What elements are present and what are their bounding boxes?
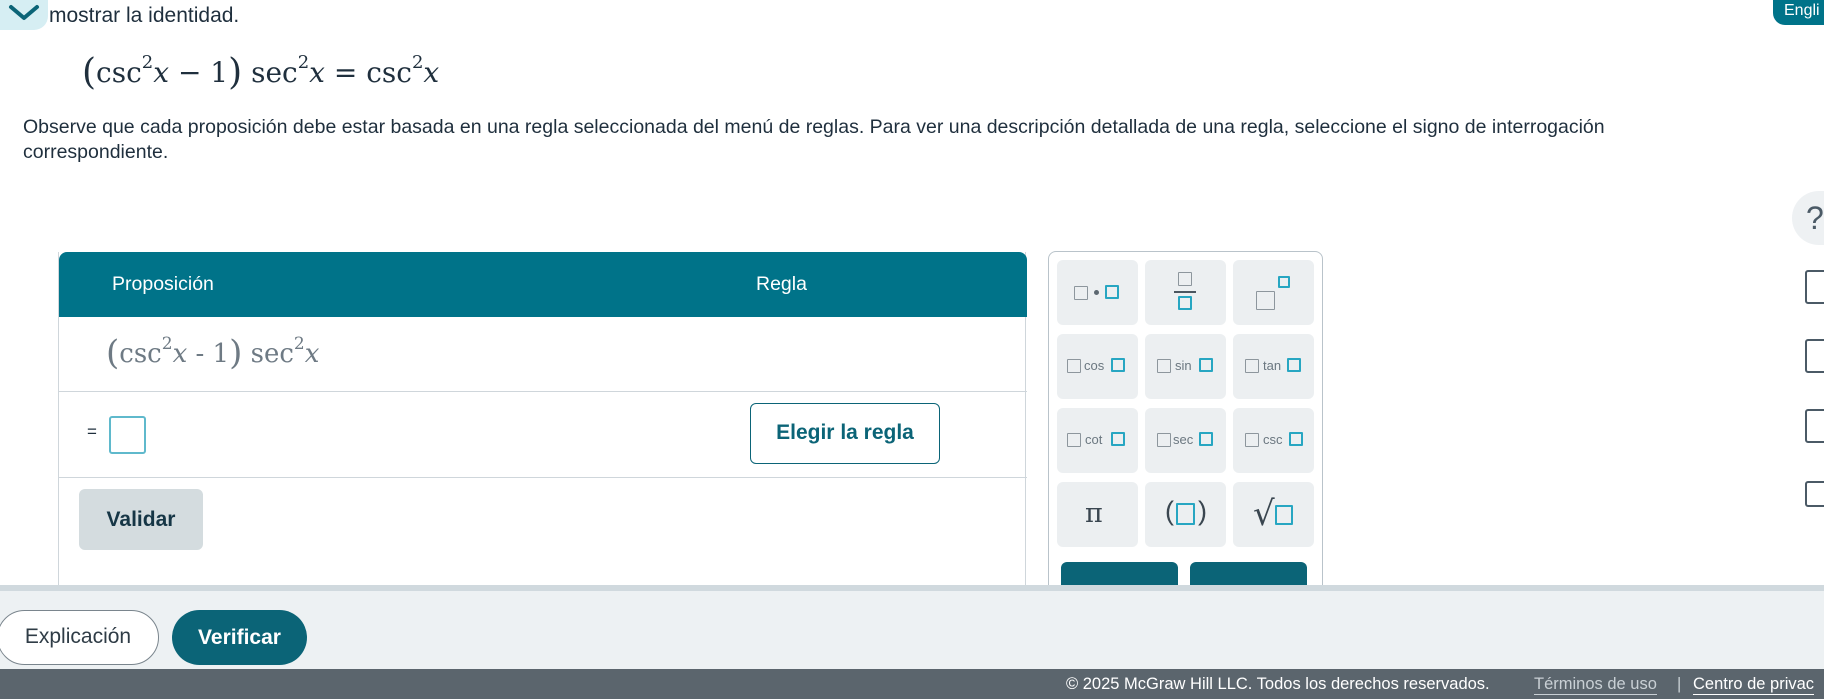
privacy-link[interactable]: Centro de privac	[1693, 675, 1815, 695]
mail-icon[interactable]	[1805, 481, 1824, 507]
identity-expression: (csc2x − 1) sec2x = csc2x	[82, 51, 440, 93]
cot-key[interactable]: cot	[1057, 408, 1138, 473]
column-header-rule: Regla	[756, 273, 807, 295]
footer-separator: |	[1677, 675, 1682, 693]
explanation-button[interactable]: Explicación	[0, 610, 159, 665]
instruction-text: mostrar la identidad.	[49, 4, 240, 27]
tan-key[interactable]: tan	[1233, 334, 1314, 399]
validate-button[interactable]: Validar	[79, 489, 203, 550]
multiply-key[interactable]	[1057, 260, 1138, 325]
calculator-icon[interactable]	[1805, 270, 1824, 304]
proof-table: Proposición Regla (csc2x - 1) sec2x = El…	[58, 252, 1027, 592]
math-keypad: cos sin tan cot sec csc π ( ) √	[1048, 251, 1323, 596]
csc-key[interactable]: csc	[1233, 408, 1314, 473]
column-header-proposition: Proposición	[112, 273, 214, 295]
terms-link[interactable]: Términos de uso	[1534, 675, 1657, 695]
question-icon: ?	[1806, 200, 1824, 236]
action-bar: Explicación Verificar	[0, 585, 1824, 669]
exponent-key[interactable]	[1233, 260, 1314, 325]
answer-input[interactable]	[109, 416, 146, 454]
sin-key[interactable]: sin	[1145, 334, 1226, 399]
verify-button[interactable]: Verificar	[172, 610, 307, 665]
fraction-key[interactable]	[1145, 260, 1226, 325]
help-button[interactable]: ?	[1792, 191, 1824, 245]
sec-key[interactable]: sec	[1145, 408, 1226, 473]
parentheses-key[interactable]: ( )	[1145, 482, 1226, 547]
choose-rule-button[interactable]: Elegir la regla	[750, 403, 940, 464]
footer: © 2025 McGraw Hill LLC. Todos los derech…	[0, 669, 1824, 699]
cos-key[interactable]: cos	[1057, 334, 1138, 399]
language-toggle[interactable]: Engli	[1773, 0, 1824, 25]
table-header: Proposición Regla	[59, 252, 1027, 317]
sqrt-key[interactable]: √	[1233, 482, 1314, 547]
book-icon[interactable]	[1805, 339, 1824, 373]
equals-sign: =	[87, 422, 97, 441]
table-row: = Elegir la regla	[59, 392, 1027, 478]
glossary-icon[interactable]	[1805, 409, 1824, 443]
pi-key[interactable]: π	[1057, 482, 1138, 547]
proposition-expression: (csc2x - 1) sec2x	[106, 333, 320, 373]
collapse-toggle[interactable]	[0, 0, 48, 30]
table-row: (csc2x - 1) sec2x	[59, 317, 1027, 392]
notice-text: Observe que cada proposición debe estar …	[23, 116, 1605, 163]
copyright-text: © 2025 McGraw Hill LLC. Todos los derech…	[1066, 675, 1490, 693]
chevron-down-icon	[9, 5, 39, 20]
